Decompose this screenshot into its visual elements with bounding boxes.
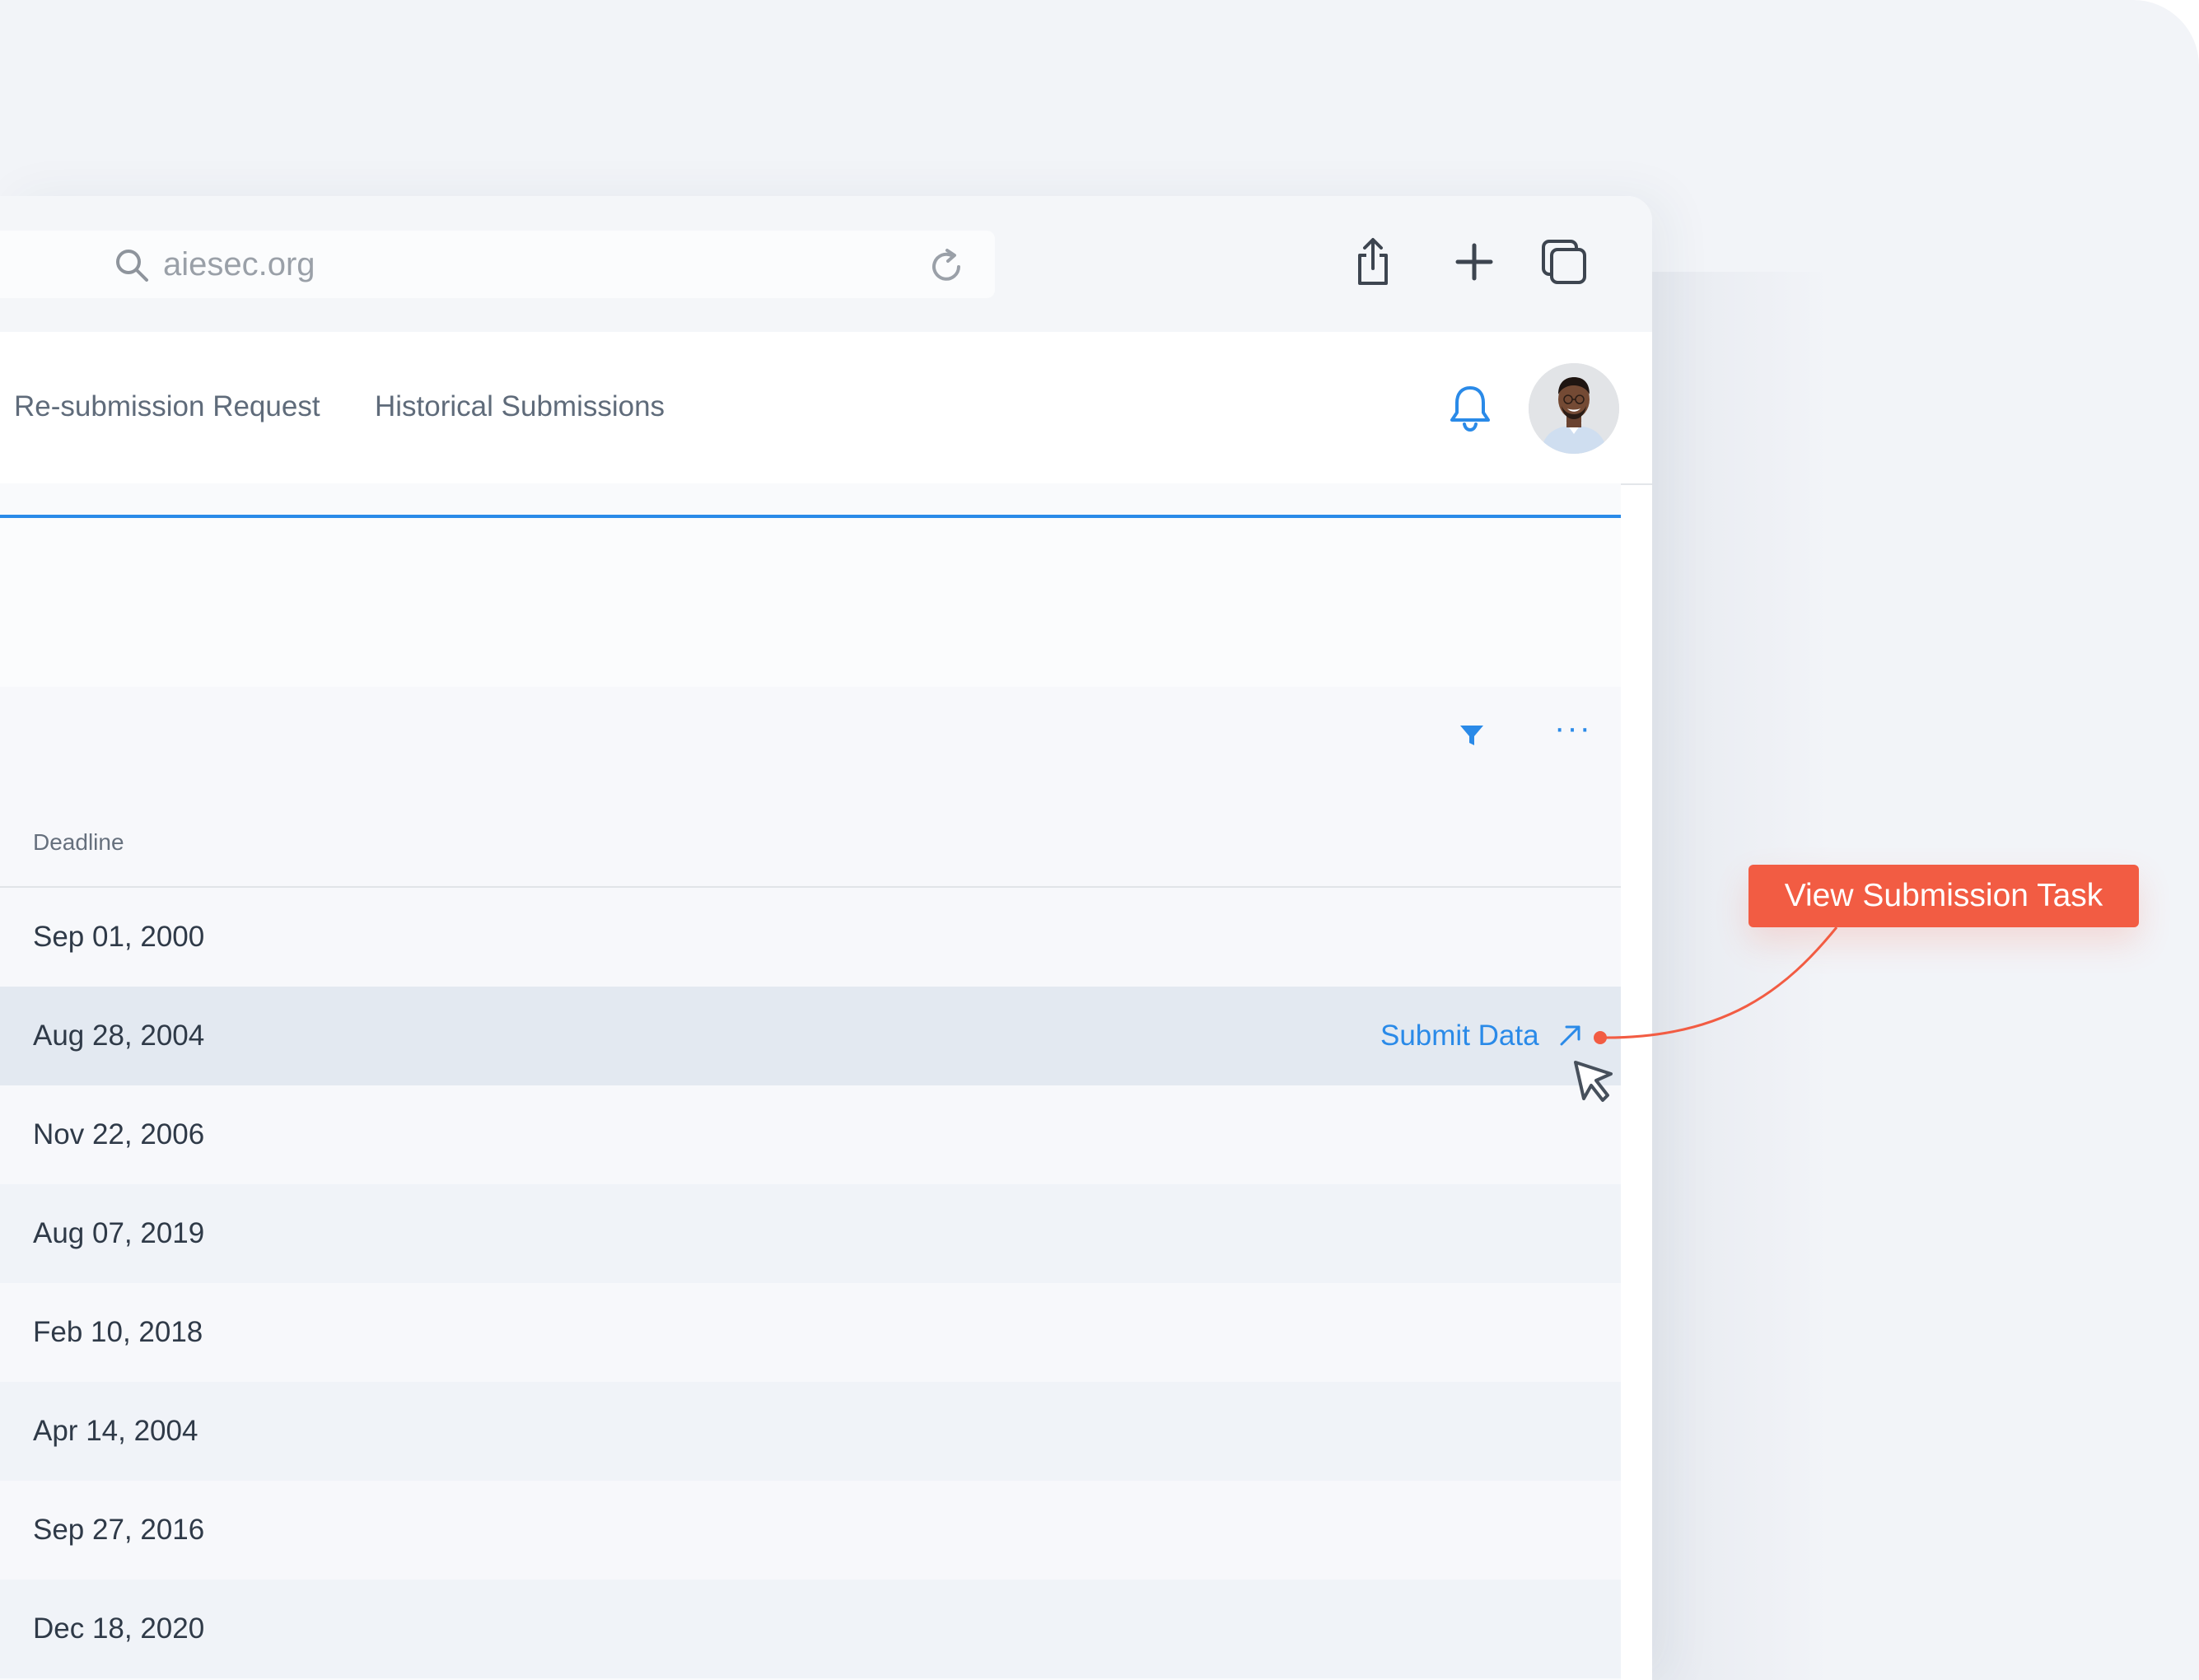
row-deadline: Sep 01, 2000 (33, 921, 205, 953)
row-deadline: Aug 07, 2019 (33, 1217, 205, 1249)
avatar[interactable] (1529, 363, 1619, 454)
new-tab-icon[interactable] (1450, 237, 1499, 287)
row-deadline: Aug 28, 2004 (33, 1020, 205, 1052)
external-link-icon[interactable] (1557, 1021, 1585, 1049)
table-row-hovered[interactable]: Aug 28, 2004 Submit Data (0, 987, 1621, 1085)
search-icon (116, 250, 148, 282)
canvas: aiesec.org Re-submission Request Histori… (0, 0, 2199, 1680)
reload-icon[interactable] (927, 247, 967, 287)
table-row[interactable]: Sep 27, 2016 (0, 1481, 1621, 1580)
browser-window: aiesec.org Re-submission Request Histori… (0, 196, 1652, 1680)
table-body: Sep 01, 2000 Aug 28, 2004 Submit Data No… (0, 888, 1621, 1678)
table-row[interactable]: Nov 22, 2006 (0, 1085, 1621, 1184)
tab-resubmission-request[interactable]: Re-submission Request (14, 390, 320, 424)
tabs-icon[interactable] (1539, 237, 1589, 287)
app-navbar: Re-submission Request Historical Submiss… (0, 332, 1652, 485)
column-header-deadline[interactable]: Deadline (33, 828, 124, 856)
row-deadline: Nov 22, 2006 (33, 1118, 205, 1150)
table-toolbar: ··· (0, 687, 1621, 800)
table-header: Deadline (0, 800, 1621, 888)
row-deadline: Sep 27, 2016 (33, 1514, 205, 1546)
address-bar[interactable]: aiesec.org (0, 231, 995, 298)
content-area: ··· Deadline Sep 01, 2000 Aug 28, 2004 S… (0, 483, 1621, 1680)
table-row[interactable]: Feb 10, 2018 (0, 1283, 1621, 1382)
browser-toolbar: aiesec.org (0, 196, 1652, 332)
row-deadline: Feb 10, 2018 (33, 1316, 203, 1348)
tab-historical-submissions[interactable]: Historical Submissions (375, 390, 665, 424)
filter-icon[interactable] (1458, 721, 1486, 749)
callout-view-submission-task: View Submission Task (1748, 865, 2139, 927)
row-deadline: Apr 14, 2004 (33, 1415, 198, 1447)
table-row[interactable]: Aug 07, 2019 (0, 1184, 1621, 1283)
address-text[interactable]: aiesec.org (163, 247, 315, 282)
table-row[interactable]: Dec 18, 2020 (0, 1580, 1621, 1678)
bell-icon[interactable] (1447, 383, 1493, 432)
cursor-pointer-icon (1574, 1061, 1613, 1102)
more-icon[interactable]: ··· (1554, 712, 1592, 744)
backdrop-shadow (1651, 272, 1832, 1680)
table-row[interactable]: Apr 14, 2004 (0, 1382, 1621, 1481)
share-icon[interactable] (1348, 237, 1398, 287)
summary-panel (0, 518, 1621, 687)
row-deadline: Dec 18, 2020 (33, 1612, 205, 1645)
table-row[interactable]: Sep 01, 2000 (0, 888, 1621, 987)
submit-data-link[interactable]: Submit Data (1380, 1020, 1539, 1052)
avatar-portrait (1529, 363, 1619, 454)
